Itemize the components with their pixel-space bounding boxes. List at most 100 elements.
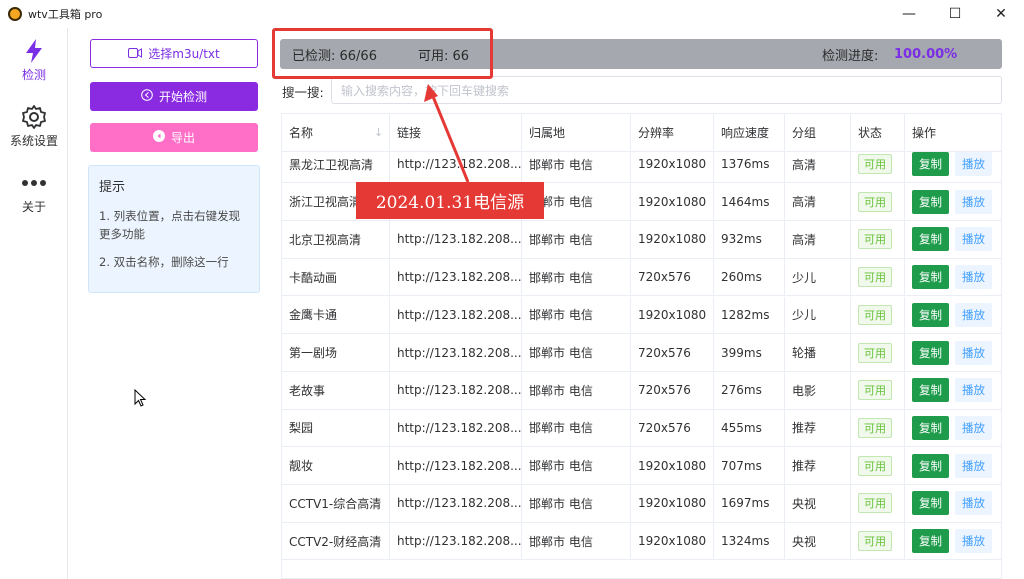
cell-loc: 邯郸市 电信 bbox=[522, 371, 631, 409]
cell-speed: 455ms bbox=[714, 409, 785, 447]
select-file-button[interactable]: 选择m3u/txt bbox=[90, 39, 258, 68]
rail-item-detect[interactable]: 检测 bbox=[0, 36, 68, 83]
cell-name: 老故事 bbox=[282, 371, 390, 409]
cell-speed: 1324ms bbox=[714, 522, 785, 560]
table-row[interactable]: 金鹰卡通 http://123.182.208... 邯郸市 电信 1920x1080… bbox=[282, 296, 1001, 335]
cell-name: 北京卫视高清 bbox=[282, 221, 390, 258]
copy-button[interactable]: 复制 bbox=[912, 302, 949, 327]
rail-item-label: 检测 bbox=[21, 68, 46, 82]
lightning-icon bbox=[23, 36, 45, 66]
cell-status: 可用 bbox=[851, 447, 905, 484]
table-row[interactable]: CCTV1-综合高清 http://123.182.208... 邯郸市 电信 192… bbox=[282, 485, 1001, 523]
cell-url: http://123.182.208... bbox=[390, 409, 522, 447]
start-detect-label: 开始检测 bbox=[158, 90, 207, 104]
play-button[interactable]: 播放 bbox=[955, 302, 992, 327]
play-button[interactable]: 播放 bbox=[955, 265, 992, 290]
play-button[interactable]: 播放 bbox=[955, 378, 992, 403]
export-icon bbox=[152, 130, 165, 145]
cell-name: 金鹰卡通 bbox=[282, 296, 390, 334]
status-badge: 可用 bbox=[858, 191, 892, 212]
cell-actions: 复制 播放 bbox=[905, 221, 1001, 258]
cell-group: 高清 bbox=[785, 145, 851, 183]
cell-status: 可用 bbox=[851, 485, 905, 522]
copy-button[interactable]: 复制 bbox=[912, 340, 949, 365]
table-row[interactable]: 北京卫视高清 http://123.182.208... 邯郸市 电信 1920x10… bbox=[282, 221, 1001, 259]
cell-loc: 邯郸市 电信 bbox=[522, 296, 631, 334]
play-button[interactable]: 播放 bbox=[955, 227, 992, 252]
play-button[interactable]: 播放 bbox=[955, 415, 992, 440]
cell-group: 高清 bbox=[785, 221, 851, 258]
cell-name: CCTV1-综合高清 bbox=[282, 485, 390, 522]
cell-name: 黑龙江卫视高清 bbox=[282, 145, 390, 183]
copy-button[interactable]: 复制 bbox=[912, 227, 949, 252]
rail-item-label: 系统设置 bbox=[9, 134, 58, 148]
cell-loc: 邯郸市 电信 bbox=[522, 485, 631, 522]
minimize-button[interactable]: — bbox=[886, 0, 932, 28]
table-row[interactable]: 靓妆 http://123.182.208... 邯郸市 电信 1920x1080 70… bbox=[282, 447, 1001, 485]
play-button[interactable]: 播放 bbox=[955, 529, 992, 554]
cell-group: 高清 bbox=[785, 183, 851, 221]
table-row[interactable]: 卡酷动画 http://123.182.208... 邯郸市 电信 720x576 26… bbox=[282, 258, 1001, 297]
copy-button[interactable]: 复制 bbox=[912, 189, 949, 214]
cell-actions: 复制 播放 bbox=[905, 334, 1001, 371]
cell-url: http://123.182.208... bbox=[390, 221, 522, 258]
play-button[interactable]: 播放 bbox=[955, 491, 992, 516]
cell-url: http://123.182.208... bbox=[390, 447, 522, 484]
cell-url: http://123.182.208... bbox=[390, 485, 522, 522]
cell-group: 央视 bbox=[785, 522, 851, 560]
table-row[interactable]: CCTV2-财经高清 http://123.182.208... 邯郸市 电信 192… bbox=[282, 522, 1001, 561]
play-button[interactable]: 播放 bbox=[955, 152, 992, 177]
cell-name: 梨园 bbox=[282, 409, 390, 447]
annotation-label: 2024.01.31电信源 bbox=[356, 182, 544, 219]
status-badge: 可用 bbox=[858, 304, 892, 325]
cell-actions: 复制 播放 bbox=[905, 523, 1001, 560]
play-button[interactable]: 播放 bbox=[955, 340, 992, 365]
cell-url: http://123.182.208... bbox=[390, 258, 522, 296]
cell-speed: 276ms bbox=[714, 371, 785, 409]
export-button[interactable]: 导出 bbox=[90, 123, 258, 152]
maximize-button[interactable]: ☐ bbox=[932, 0, 978, 28]
cell-name: 第一剧场 bbox=[282, 334, 390, 371]
status-badge: 可用 bbox=[858, 531, 892, 552]
copy-button[interactable]: 复制 bbox=[912, 378, 949, 403]
gear-icon bbox=[21, 102, 47, 132]
cell-speed: 707ms bbox=[714, 447, 785, 484]
cell-res: 720x576 bbox=[631, 371, 714, 409]
cell-loc: 邯郸市 电信 bbox=[522, 145, 631, 183]
copy-button[interactable]: 复制 bbox=[912, 491, 949, 516]
rail-item-about[interactable]: 关于 bbox=[0, 168, 68, 215]
start-detect-button[interactable]: 开始检测 bbox=[90, 82, 258, 111]
table-row[interactable]: 第一剧场 http://123.182.208... 邯郸市 电信 720x576 39… bbox=[282, 334, 1001, 372]
copy-button[interactable]: 复制 bbox=[912, 265, 949, 290]
search-input[interactable]: 输入搜索内容，按下回车键搜索 bbox=[331, 76, 1002, 104]
status-badge: 可用 bbox=[858, 417, 892, 438]
cell-res: 1920x1080 bbox=[631, 522, 714, 560]
copy-button[interactable]: 复制 bbox=[912, 453, 949, 478]
cell-actions: 复制 播放 bbox=[905, 485, 1001, 522]
play-button[interactable]: 播放 bbox=[955, 453, 992, 478]
tips-line: 1. 列表位置，点击右键发现更多功能 bbox=[99, 209, 241, 241]
cell-res: 720x576 bbox=[631, 334, 714, 371]
status-badge: 可用 bbox=[858, 229, 892, 250]
cell-speed: 260ms bbox=[714, 258, 785, 296]
tips-panel: 提示 1. 列表位置，点击右键发现更多功能 2. 双击名称，删除这一行 bbox=[88, 165, 260, 293]
copy-button[interactable]: 复制 bbox=[912, 529, 949, 554]
search-label: 搜一搜: bbox=[282, 85, 324, 100]
cell-loc: 邯郸市 电信 bbox=[522, 522, 631, 560]
close-button[interactable]: ✕ bbox=[978, 0, 1024, 28]
cell-res: 1920x1080 bbox=[631, 221, 714, 258]
cell-actions: 复制 播放 bbox=[905, 183, 1001, 220]
status-badge: 可用 bbox=[858, 455, 892, 476]
cell-actions: 复制 播放 bbox=[905, 447, 1001, 484]
cell-res: 1920x1080 bbox=[631, 183, 714, 221]
play-button[interactable]: 播放 bbox=[955, 189, 992, 214]
table-row[interactable]: 梨园 http://123.182.208... 邯郸市 电信 720x576 455m… bbox=[282, 409, 1001, 448]
copy-button[interactable]: 复制 bbox=[912, 152, 949, 177]
status-badge: 可用 bbox=[858, 267, 892, 288]
rail-item-settings[interactable]: 系统设置 bbox=[0, 102, 68, 149]
table-row[interactable]: 老故事 http://123.182.208... 邯郸市 电信 720x576 276… bbox=[282, 371, 1001, 410]
copy-button[interactable]: 复制 bbox=[912, 415, 949, 440]
table-row[interactable]: 黑龙江卫视高清 http://123.182.208... 邯郸市 电信 1920x1… bbox=[282, 145, 1001, 184]
cell-group: 央视 bbox=[785, 485, 851, 522]
cell-group: 电影 bbox=[785, 371, 851, 409]
